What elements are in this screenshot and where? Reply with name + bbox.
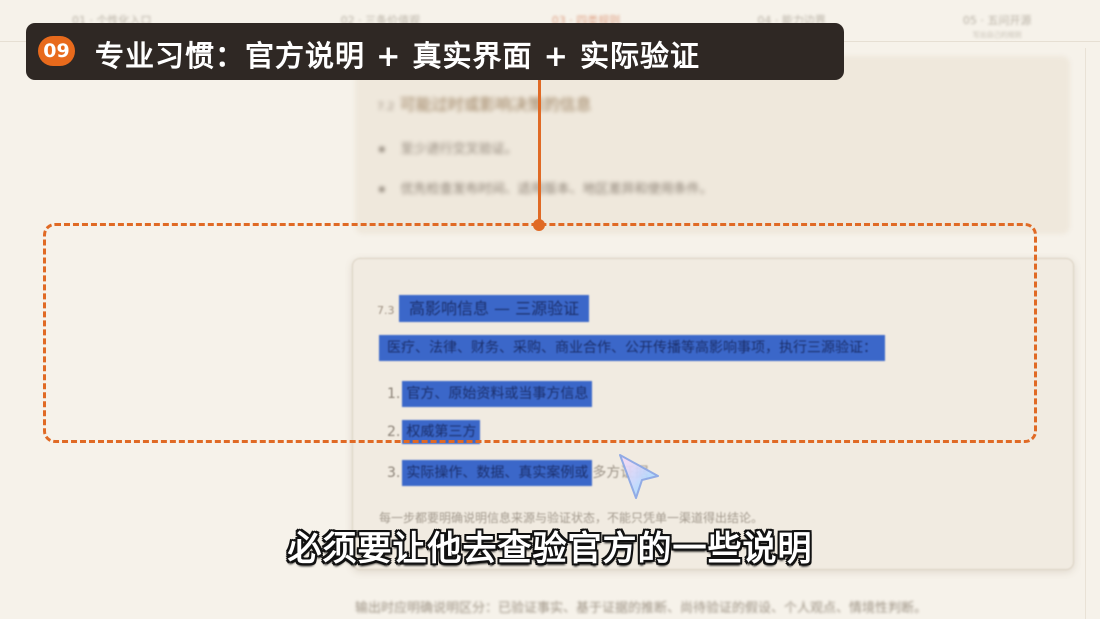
step-text-selected[interactable]: 实际操作、数据、真实案例或 <box>402 460 593 486</box>
banner-title: 专业习惯：官方说明 + 真实界面 + 实际验证 <box>95 39 700 73</box>
step-badge: 09 <box>38 36 75 66</box>
section-number: 7.2 <box>377 100 395 113</box>
section-title: 可能过时或影响决策的信息 <box>399 95 592 114</box>
section-7-2-heading: 7.2 可能过时或影响决策的信息 <box>377 91 592 115</box>
step-3: 3. 实际操作、数据、真实案例或 多方证据 <box>387 460 648 486</box>
bullet-item: 优先检查发布时间、适用版本、地区差异和使用条件。 <box>379 178 713 197</box>
annotation-dashed-box <box>43 223 1037 443</box>
mouse-cursor-icon <box>619 454 659 499</box>
tab-open-source[interactable]: 05 · 五问开源写出自己的规则 <box>894 0 1100 42</box>
section-7-2-card: 7.2 可能过时或影响决策的信息 至少进行交叉验证。 优先检查发布时间、适用版本… <box>355 56 1070 234</box>
tab-label: 05 · 五问开源 <box>962 14 1032 27</box>
bullet-item: 至少进行交叉验证。 <box>379 138 518 157</box>
video-subtitle: 必须要让他去查验官方的一些说明 <box>287 529 813 569</box>
footer-paragraph: 输出时应明确说明区分：已验证事实、基于证据的推断、尚待验证的假设、个人观点、情境… <box>355 601 928 616</box>
annotation-connector-line <box>538 80 541 225</box>
tab-sublabel: 写出自己的规则 <box>972 31 1022 39</box>
step-number: 3. <box>387 465 401 481</box>
